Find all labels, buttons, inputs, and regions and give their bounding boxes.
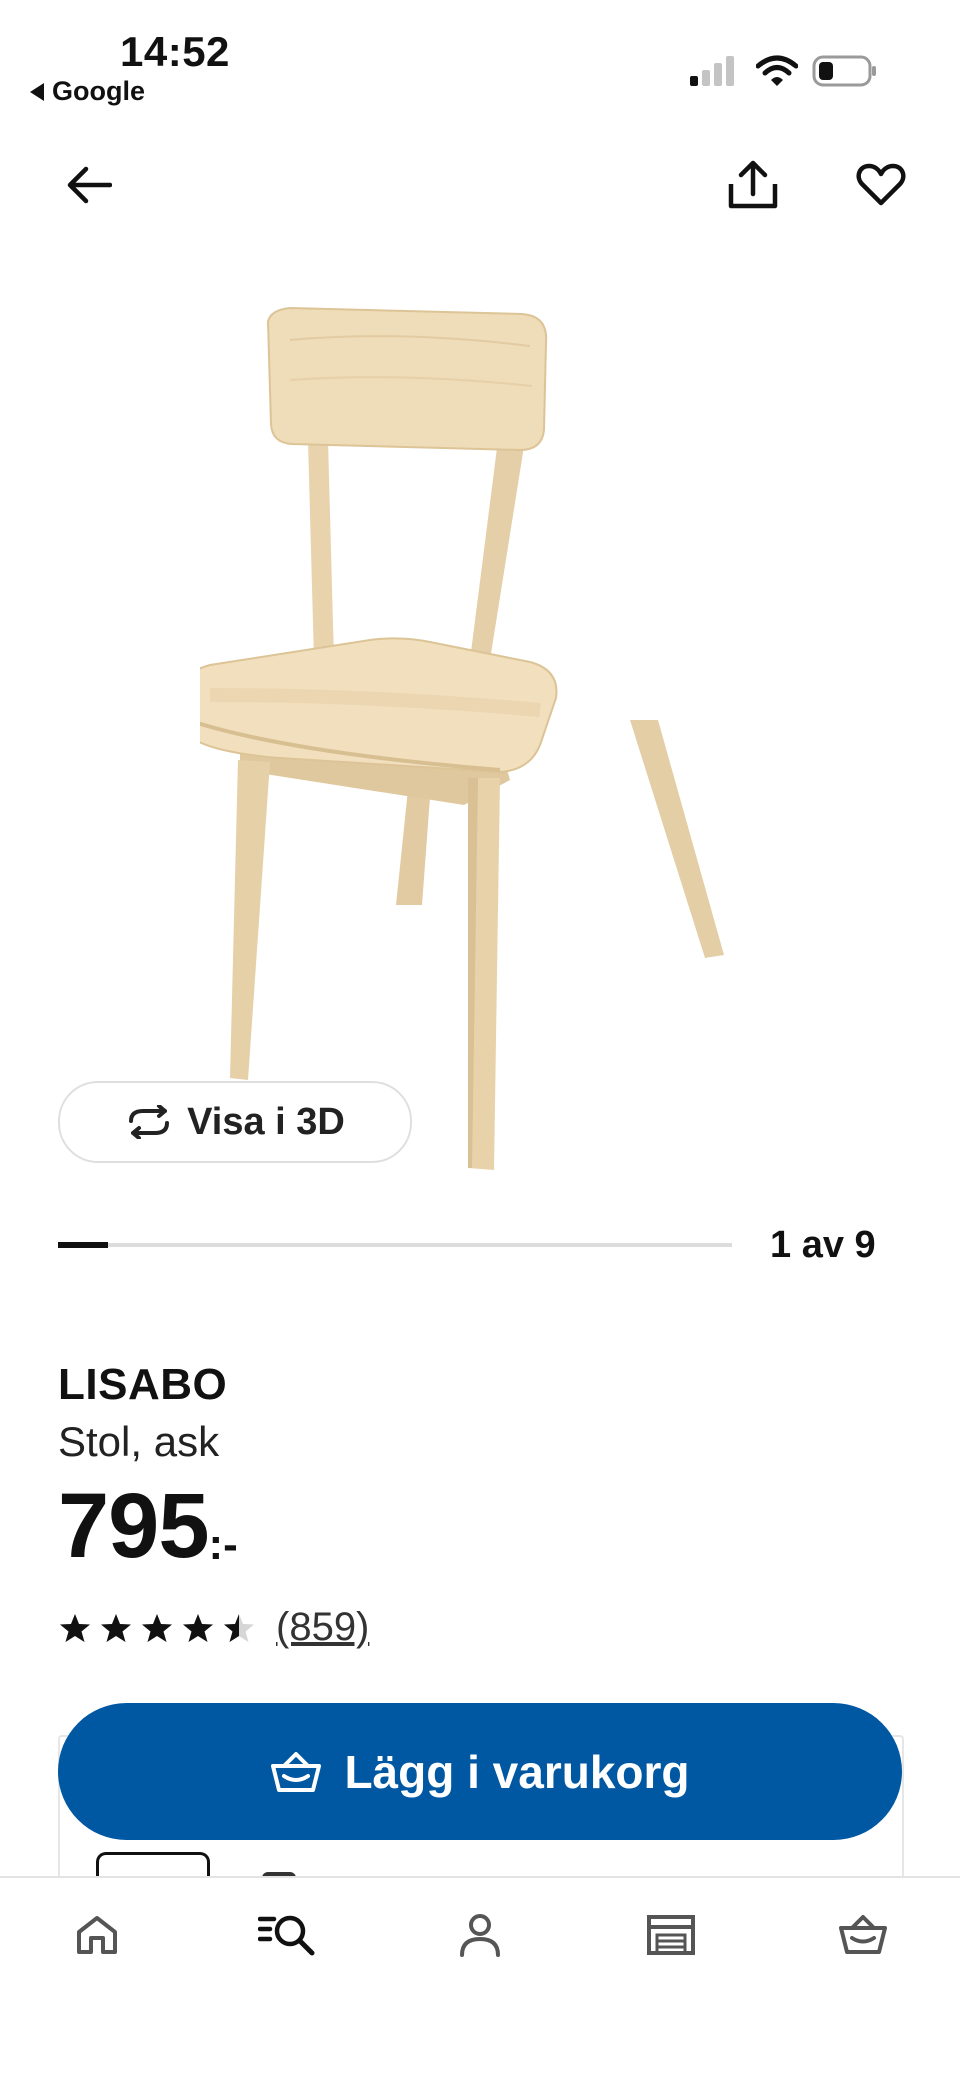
- star-icon: [60, 1613, 90, 1642]
- add-to-cart-label: Lägg i varukorg: [344, 1745, 690, 1798]
- home-icon: [77, 1916, 117, 1954]
- nav-stores[interactable]: [626, 1900, 716, 1970]
- back-triangle-icon: [30, 82, 44, 101]
- star-icon: [142, 1613, 172, 1642]
- wifi-icon: [756, 55, 798, 86]
- review-count-link[interactable]: (859): [276, 1605, 369, 1650]
- heart-icon: [856, 163, 906, 206]
- arrow-left-icon: [67, 166, 112, 204]
- product-image-chair[interactable]: [200, 300, 760, 1180]
- basket-icon: [271, 1751, 322, 1792]
- nav-search[interactable]: [242, 1900, 332, 1970]
- add-to-cart-button[interactable]: Lägg i varukorg: [58, 1703, 902, 1840]
- cart-icon: [839, 1915, 887, 1954]
- product-rating[interactable]: (859): [58, 1605, 369, 1650]
- view-in-3d-button[interactable]: Visa i 3D: [58, 1081, 412, 1163]
- store-icon: [647, 1915, 695, 1955]
- battery-icon: [812, 55, 876, 87]
- price-suffix: :-: [208, 1520, 238, 1569]
- product-name: LISABO: [58, 1360, 228, 1409]
- search-icon: [258, 1915, 315, 1956]
- status-back-to-app[interactable]: Google: [30, 76, 145, 107]
- star-icon: [224, 1613, 254, 1642]
- profile-icon: [460, 1914, 500, 1957]
- back-button[interactable]: [54, 150, 124, 220]
- gallery-progress-track: [58, 1243, 732, 1247]
- cellular-signal-icon: [690, 56, 734, 86]
- nav-cart[interactable]: [818, 1900, 908, 1970]
- product-description: Stol, ask: [58, 1418, 220, 1465]
- nav-profile[interactable]: [435, 1900, 525, 1970]
- nav-home[interactable]: [52, 1900, 142, 1970]
- status-time: 14:52: [120, 28, 230, 75]
- price-integer: 795: [58, 1475, 209, 1577]
- rotate-3d-icon: [129, 1105, 170, 1139]
- share-button[interactable]: [718, 150, 788, 220]
- status-back-label: Google: [52, 76, 145, 106]
- star-icon: [101, 1613, 131, 1642]
- rating-stars: [58, 1612, 256, 1644]
- view-in-3d-label: Visa i 3D: [187, 1100, 345, 1143]
- star-icon: [183, 1613, 213, 1642]
- share-icon: [728, 160, 778, 209]
- gallery-counter: 1 av 9: [770, 1224, 876, 1266]
- gallery-progress-fill: [58, 1242, 108, 1248]
- favorite-button[interactable]: [846, 150, 916, 220]
- product-price: 795 :-: [58, 1480, 238, 1572]
